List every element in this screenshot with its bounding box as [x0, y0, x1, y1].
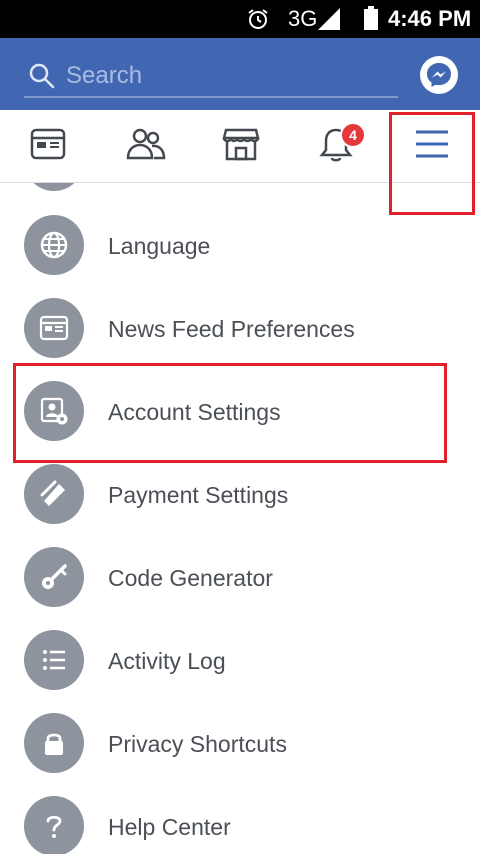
menu-item-label: Activity Log [108, 648, 226, 674]
search-icon [29, 63, 55, 89]
search-bar[interactable]: Search [24, 56, 398, 98]
messenger-button[interactable] [420, 56, 458, 94]
list-icon [24, 630, 84, 690]
globe-icon [24, 215, 84, 275]
key-icon [24, 547, 84, 607]
tab-friends[interactable] [96, 110, 192, 182]
menu-item-label: Code Generator [108, 565, 273, 591]
menu-item-code-generator[interactable]: Code Generator [0, 537, 480, 620]
tab-marketplace[interactable] [192, 110, 288, 182]
top-header: Search [0, 38, 480, 110]
menu-item-payment-settings[interactable]: Payment Settings [0, 454, 480, 537]
menu-list: Language News Feed Preferences Account S… [0, 183, 480, 854]
menu-item-label: Privacy Shortcuts [108, 731, 287, 757]
tab-notifications[interactable] [288, 110, 384, 182]
menu-item-label: Payment Settings [108, 482, 289, 508]
notification-badge: 4 [340, 122, 366, 148]
menu-item-privacy-shortcuts[interactable]: Privacy Shortcuts [0, 703, 480, 786]
highlight-box-account-settings [13, 363, 447, 463]
menu-item-label: Help Center [108, 814, 231, 840]
battery-icon [364, 6, 378, 30]
search-placeholder: Search [66, 62, 143, 89]
status-time: 4:46 PM [388, 6, 472, 31]
menu-item-label: News Feed Preferences [108, 316, 355, 342]
messenger-icon [427, 63, 451, 87]
tab-news-feed[interactable] [0, 110, 96, 182]
status-bar: 3G 4:46 PM [0, 0, 480, 38]
lock-icon [24, 713, 84, 773]
menu-item-news-feed-preferences[interactable]: News Feed Preferences [0, 288, 480, 371]
friends-icon [126, 128, 166, 160]
news-feed-icon [24, 298, 84, 358]
signal-icon [318, 8, 340, 30]
alarm-icon [248, 9, 268, 29]
menu-item-activity-log[interactable]: Activity Log [0, 620, 480, 703]
menu-item-label: Language [108, 233, 211, 259]
network-type: 3G [288, 6, 318, 31]
menu-item-language[interactable]: Language [0, 205, 480, 288]
payment-tag-icon [24, 464, 84, 524]
news-feed-icon [30, 128, 66, 160]
menu-item-help-center[interactable]: Help Center [0, 786, 480, 854]
question-icon [24, 796, 84, 854]
partial-menu-icon [24, 183, 84, 191]
marketplace-icon [222, 128, 260, 161]
